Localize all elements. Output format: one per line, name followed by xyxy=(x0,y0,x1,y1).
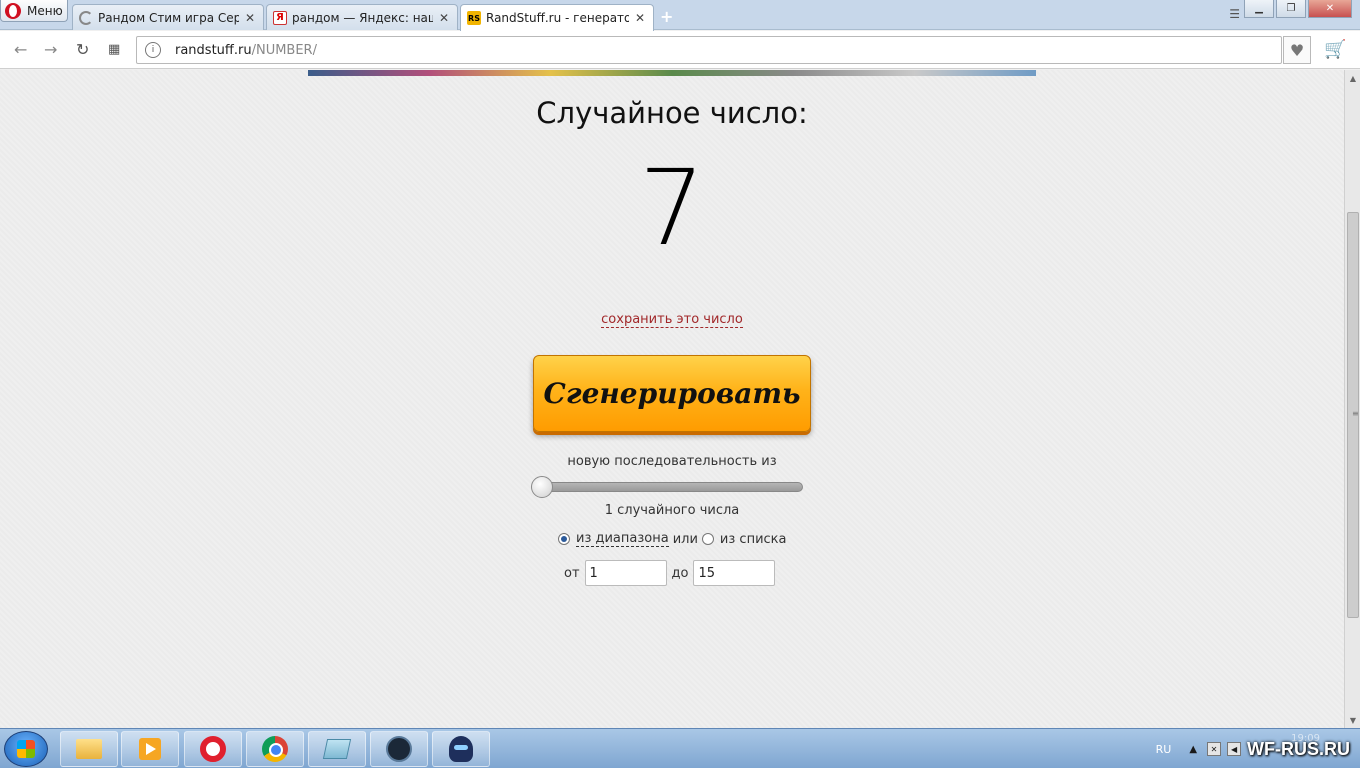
reload-icon[interactable]: ↻ xyxy=(76,40,89,59)
tray-expand-icon[interactable]: ▲ xyxy=(1189,744,1197,755)
windows-logo-icon xyxy=(17,740,35,758)
network-icon[interactable]: ✕ xyxy=(1207,742,1222,756)
taskbar-steam[interactable] xyxy=(370,731,428,767)
tab-strip: Меню Рандом Стим игра Серьё ✕ Я рандом —… xyxy=(0,0,1360,31)
bookmark-heart-icon[interactable]: ♥ xyxy=(1283,36,1311,64)
url-path: /NUMBER/ xyxy=(251,42,317,58)
range-inputs: от до xyxy=(564,560,780,586)
speed-dial-icon[interactable]: ▦ xyxy=(108,42,120,57)
start-button[interactable] xyxy=(4,731,48,767)
media-player-icon xyxy=(139,738,161,760)
language-indicator[interactable]: RU xyxy=(1156,743,1172,756)
close-icon[interactable]: ✕ xyxy=(245,11,255,25)
window-controls: ▁ ❐ ✕ xyxy=(1242,0,1352,18)
window-close-icon[interactable]: ✕ xyxy=(1308,0,1352,18)
scroll-up-icon[interactable]: ▲ xyxy=(1345,70,1360,86)
count-slider-handle[interactable] xyxy=(531,476,553,498)
page-content: Случайное число: 7 сохранить это число С… xyxy=(0,70,1344,728)
back-icon[interactable]: ← xyxy=(14,40,27,59)
taskbar-opera[interactable] xyxy=(184,731,242,767)
url-host: randstuff.ru xyxy=(175,42,252,58)
new-tab-icon[interactable]: + xyxy=(660,7,673,26)
chrome-icon xyxy=(262,736,288,762)
watermark: WF-RUS.RU xyxy=(1247,738,1350,759)
count-label: 1 случайного числа xyxy=(604,503,740,518)
from-label: от xyxy=(564,565,580,581)
generate-button[interactable]: Сгенерировать xyxy=(533,355,811,432)
volume-icon[interactable]: ◀ xyxy=(1227,742,1242,756)
range-radio[interactable] xyxy=(558,533,570,545)
mode-selector: из диапазона или из списка xyxy=(558,531,786,547)
grip-icon: ≡ xyxy=(1352,409,1359,418)
tab-menu-icon[interactable]: ☰ xyxy=(1229,7,1240,21)
random-number: 7 xyxy=(638,147,706,269)
tab-title: рандом — Яндекс: нашло xyxy=(292,10,433,25)
list-radio[interactable] xyxy=(701,533,714,545)
sequence-label: новую последовательность из xyxy=(567,454,777,469)
save-number-row: сохранить это число xyxy=(0,312,1344,328)
taskbar-app[interactable] xyxy=(432,731,490,767)
yandex-icon: Я xyxy=(273,10,287,25)
folder-icon xyxy=(76,739,102,759)
loading-icon xyxy=(79,10,93,25)
save-number-link[interactable]: сохранить это число xyxy=(601,312,743,328)
taskbar-chrome[interactable] xyxy=(246,731,304,767)
site-info-icon[interactable]: i xyxy=(145,42,161,58)
navigation-bar: ← → ↻ ▦ i randstuff.ru/NUMBER/ ♥ 🛒 xyxy=(0,31,1360,69)
list-option-label[interactable]: из списка xyxy=(720,532,787,547)
tab-randstuff[interactable]: RS RandStuff.ru - генератор с ✕ xyxy=(460,4,654,31)
system-tray: RU ▲ ✕ ◀ WF-RUS.RU xyxy=(1156,729,1360,768)
minimize-icon[interactable]: ▁ xyxy=(1244,0,1274,18)
scroll-thumb[interactable]: ≡ xyxy=(1347,212,1359,618)
taskbar-media-player[interactable] xyxy=(121,731,179,767)
taskbar-explorer[interactable] xyxy=(60,731,118,767)
tab-title: RandStuff.ru - генератор с xyxy=(486,11,629,25)
close-icon[interactable]: ✕ xyxy=(439,11,449,25)
game-app-icon xyxy=(449,736,473,762)
steam-icon xyxy=(386,736,412,762)
randstuff-icon: RS xyxy=(467,11,481,25)
scroll-down-icon[interactable]: ▼ xyxy=(1345,712,1360,728)
close-icon[interactable]: ✕ xyxy=(635,11,645,25)
range-option-label[interactable]: из диапазона xyxy=(576,531,669,547)
opera-menu-button[interactable]: Меню xyxy=(0,0,68,22)
taskbar: 19:09 RU ▲ ✕ ◀ WF-RUS.RU xyxy=(0,728,1360,768)
count-slider-track[interactable] xyxy=(533,482,803,492)
tab-steam-random[interactable]: Рандом Стим игра Серьё ✕ xyxy=(72,4,264,30)
to-input[interactable] xyxy=(693,560,776,586)
to-label: до xyxy=(671,565,689,581)
opera-logo-icon xyxy=(5,2,21,19)
notepad-icon xyxy=(322,739,352,759)
menu-label: Меню xyxy=(27,3,63,18)
from-input[interactable] xyxy=(584,560,667,586)
forward-icon[interactable]: → xyxy=(44,40,57,59)
page-title: Случайное число: xyxy=(536,96,808,130)
ad-banner[interactable] xyxy=(308,70,1036,76)
page-scrollbar[interactable]: ▲ ≡ ▼ xyxy=(1344,70,1360,728)
cart-icon[interactable]: 🛒 xyxy=(1324,39,1346,60)
taskbar-notepad[interactable] xyxy=(308,731,366,767)
maximize-icon[interactable]: ❐ xyxy=(1276,0,1306,18)
address-bar[interactable]: i randstuff.ru/NUMBER/ xyxy=(136,36,1282,64)
tab-yandex-search[interactable]: Я рандом — Яндекс: нашло ✕ xyxy=(266,4,458,30)
opera-icon xyxy=(200,736,226,762)
or-label: или xyxy=(672,531,698,547)
tab-title: Рандом Стим игра Серьё xyxy=(98,10,239,25)
